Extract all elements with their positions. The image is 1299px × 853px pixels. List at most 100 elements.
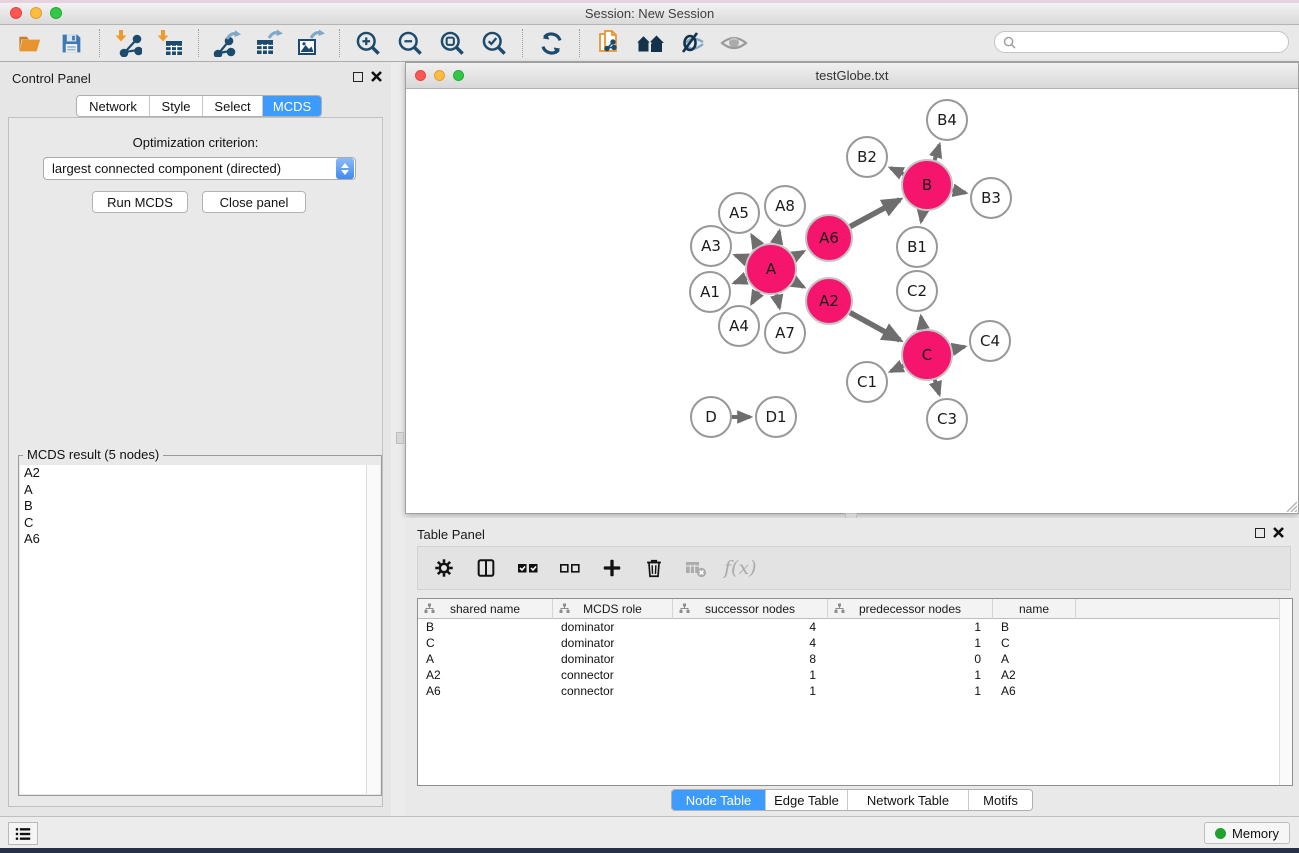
show-eye-icon[interactable]	[713, 27, 755, 59]
cell-successor-nodes[interactable]: 4	[673, 635, 828, 651]
cell-MCDS-role[interactable]: connector	[553, 667, 673, 683]
function-builder-icon[interactable]: f(x)	[724, 554, 757, 582]
edge-B-B3[interactable]	[952, 190, 965, 193]
cell-name[interactable]: C	[993, 635, 1076, 651]
mcds-list-scrollbar[interactable]	[366, 465, 380, 794]
search-input[interactable]	[1021, 35, 1280, 49]
node-B2[interactable]: B2	[847, 137, 887, 177]
close-panel-icon[interactable]	[370, 70, 383, 83]
mcds-result-item[interactable]: A6	[20, 531, 366, 548]
node-C4[interactable]: C4	[970, 321, 1010, 361]
column-header-predecessor-nodes[interactable]: predecessor nodes	[828, 599, 993, 619]
tab-node-table[interactable]: Node Table	[672, 790, 765, 810]
task-history-button[interactable]	[8, 822, 38, 845]
deselect-all-icon[interactable]	[556, 554, 584, 582]
zoom-out-icon[interactable]	[389, 27, 431, 59]
network-canvas[interactable]: AA1A2A3A4A5A6A7A8BB1B2B3B4CC1C2C3C4DD1	[406, 89, 1298, 513]
close-window-icon[interactable]	[415, 70, 426, 81]
node-A2[interactable]: A2	[806, 278, 852, 324]
edge-A6-B[interactable]	[850, 200, 900, 227]
node-D1[interactable]: D1	[756, 397, 796, 437]
import-table-icon[interactable]	[149, 27, 191, 59]
node-B1[interactable]: B1	[897, 227, 937, 267]
cell-shared-name[interactable]: A6	[418, 683, 553, 699]
window-resize-grip[interactable]	[1284, 499, 1297, 512]
table-row[interactable]: A2connector11A2	[418, 667, 1292, 683]
home-icon[interactable]	[629, 27, 671, 59]
tab-select[interactable]: Select	[202, 96, 262, 116]
minimize-window-icon[interactable]	[30, 7, 42, 19]
cell-successor-nodes[interactable]: 8	[673, 651, 828, 667]
memory-button[interactable]: Memory	[1204, 822, 1290, 844]
float-panel-icon[interactable]	[353, 72, 363, 82]
table-row[interactable]: A6connector11A6	[418, 683, 1292, 699]
cell-MCDS-role[interactable]: dominator	[553, 651, 673, 667]
network-window-titlebar[interactable]: testGlobe.txt	[406, 63, 1298, 89]
cell-successor-nodes[interactable]: 1	[673, 667, 828, 683]
columns-icon[interactable]	[472, 554, 500, 582]
save-session-icon[interactable]	[50, 27, 92, 59]
export-network-icon[interactable]	[206, 27, 248, 59]
edge-A-A6[interactable]	[794, 252, 803, 257]
cell-predecessor-nodes[interactable]: 1	[828, 667, 993, 683]
edge-A-A2[interactable]	[794, 282, 804, 287]
edge-A-A5[interactable]	[752, 236, 758, 247]
node-A5[interactable]: A5	[719, 193, 759, 233]
edge-A-A1[interactable]	[734, 278, 746, 283]
select-all-icon[interactable]	[514, 554, 542, 582]
run-mcds-button[interactable]: Run MCDS	[92, 191, 188, 213]
export-table-icon[interactable]	[248, 27, 290, 59]
edge-A-A8[interactable]	[777, 231, 780, 243]
cell-name[interactable]: A6	[993, 683, 1076, 699]
open-session-icon[interactable]	[8, 27, 50, 59]
edge-A-A4[interactable]	[752, 292, 759, 304]
cell-MCDS-role[interactable]: connector	[553, 683, 673, 699]
minimize-window-icon[interactable]	[434, 70, 445, 81]
import-network-icon[interactable]	[107, 27, 149, 59]
mcds-result-list[interactable]: A2ABCA6	[20, 465, 366, 794]
cell-name[interactable]: A2	[993, 667, 1076, 683]
cell-name[interactable]: A	[993, 651, 1076, 667]
column-header-name[interactable]: name	[993, 599, 1076, 619]
cell-MCDS-role[interactable]: dominator	[553, 635, 673, 651]
edge-B-B1[interactable]	[921, 211, 923, 222]
clone-network-icon[interactable]	[587, 27, 629, 59]
cell-predecessor-nodes[interactable]: 1	[828, 683, 993, 699]
mcds-result-item[interactable]: A	[20, 482, 366, 499]
cell-successor-nodes[interactable]: 4	[673, 619, 828, 635]
column-header-MCDS-role[interactable]: MCDS role	[553, 599, 673, 619]
tab-network[interactable]: Network	[77, 96, 149, 116]
cell-shared-name[interactable]: C	[418, 635, 553, 651]
edge-B-B4[interactable]	[935, 145, 940, 160]
gear-icon[interactable]	[430, 554, 458, 582]
edge-C-C2[interactable]	[921, 317, 923, 330]
node-D[interactable]: D	[691, 397, 731, 437]
criterion-dropdown[interactable]: largest connected component (directed)	[43, 157, 356, 180]
maximize-window-icon[interactable]	[453, 70, 464, 81]
table-row[interactable]: Bdominator41B	[418, 619, 1292, 635]
mcds-result-item[interactable]: B	[20, 498, 366, 515]
vertical-split-grip[interactable]	[396, 432, 404, 444]
node-B[interactable]: B	[902, 160, 952, 210]
edge-C-C3[interactable]	[935, 380, 939, 394]
cell-shared-name[interactable]: B	[418, 619, 553, 635]
node-table[interactable]: shared nameMCDS rolesuccessor nodesprede…	[417, 598, 1293, 786]
tab-motifs[interactable]: Motifs	[968, 790, 1032, 810]
edge-C-C1[interactable]	[891, 366, 904, 372]
cell-name[interactable]: B	[993, 619, 1076, 635]
maximize-window-icon[interactable]	[50, 7, 62, 19]
close-panel-icon[interactable]	[1272, 526, 1285, 539]
column-header-shared-name[interactable]: shared name	[418, 599, 553, 619]
tab-mcds[interactable]: MCDS	[262, 96, 321, 116]
zoom-in-icon[interactable]	[347, 27, 389, 59]
network-graph[interactable]: AA1A2A3A4A5A6A7A8BB1B2B3B4CC1C2C3C4DD1	[406, 89, 1298, 513]
close-window-icon[interactable]	[10, 7, 22, 19]
cell-shared-name[interactable]: A	[418, 651, 553, 667]
edge-A-A7[interactable]	[777, 294, 780, 307]
hide-eye-icon[interactable]	[671, 27, 713, 59]
cell-predecessor-nodes[interactable]: 0	[828, 651, 993, 667]
refresh-icon[interactable]	[530, 27, 572, 59]
close-panel-button[interactable]: Close panel	[202, 191, 306, 213]
node-B3[interactable]: B3	[971, 178, 1011, 218]
zoom-selected-icon[interactable]	[473, 27, 515, 59]
